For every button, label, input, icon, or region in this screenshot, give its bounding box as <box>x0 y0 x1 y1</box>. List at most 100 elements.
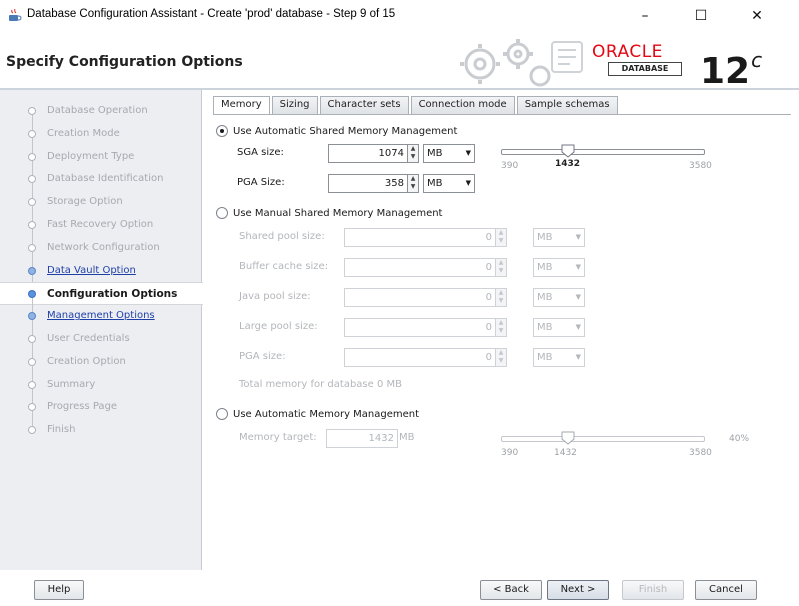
sga-unit-select[interactable]: MB ▼ <box>423 144 475 163</box>
pga-size-stepper[interactable]: ▲ ▼ <box>408 174 419 193</box>
step-label: Deployment Type <box>47 150 135 162</box>
tab-bar: Memory Sizing Character sets Connection … <box>213 96 620 114</box>
pga-size-input[interactable]: 358 <box>328 174 408 193</box>
step-database-identification: Database Identification <box>0 168 202 200</box>
tab-sizing[interactable]: Sizing <box>271 96 318 114</box>
step-summary: Summary <box>0 374 202 405</box>
step-list: Database Operation Creation Mode Deploym… <box>0 100 203 442</box>
pga-size-manual-unit: MB ▼ <box>533 348 585 367</box>
shared-pool-label: Shared pool size: <box>239 231 325 242</box>
sga-slider-track[interactable] <box>501 149 705 155</box>
sga-size-stepper[interactable]: ▲ ▼ <box>408 144 419 163</box>
asmm-label: Use Automatic Shared Memory Management <box>233 125 458 137</box>
buffer-cache-unit: MB ▼ <box>533 258 585 277</box>
step-fast-recovery-option: Fast Recovery Option <box>0 214 202 245</box>
shared-pool-input: 0 <box>344 228 496 247</box>
step-label: User Credentials <box>47 332 130 344</box>
cancel-button[interactable]: Cancel <box>695 580 757 600</box>
tab-sample-schemas[interactable]: Sample schemas <box>516 96 618 114</box>
step-creation-mode: Creation Mode <box>0 123 202 154</box>
tab-memory[interactable]: Memory <box>213 96 270 114</box>
back-button[interactable]: < Back <box>480 580 542 600</box>
step-progress-page: Progress Page <box>0 396 202 428</box>
step-indicator-icon <box>28 198 36 207</box>
step-label[interactable]: Data Vault Option <box>47 265 136 276</box>
step-management-options[interactable]: Management Options <box>0 305 202 337</box>
step-indicator-icon <box>28 129 36 138</box>
step-label: Summary <box>47 378 96 390</box>
step-indicator-icon <box>28 403 36 412</box>
shared-pool-stepper: ▲ ▼ <box>496 228 507 247</box>
memory-panel: Use Automatic Shared Memory Management S… <box>213 114 791 570</box>
step-indicator-icon <box>28 334 36 343</box>
large-pool-label: Large pool size: <box>239 321 318 332</box>
total-memory-text: Total memory for database 0 MB <box>239 379 402 390</box>
step-indicator-icon <box>28 107 36 115</box>
large-pool-input: 0 <box>344 318 496 337</box>
window-title: Database Configuration Assistant - Creat… <box>27 8 396 20</box>
tab-connection-mode[interactable]: Connection mode <box>410 96 515 114</box>
sga-slider-value: 1432 <box>555 159 581 169</box>
buffer-cache-stepper: ▲ ▼ <box>496 258 507 277</box>
sga-size-input[interactable]: 1074 <box>328 144 408 163</box>
minimize-button[interactable]: – <box>622 3 668 29</box>
manual-radio[interactable] <box>216 207 228 219</box>
version-label: 12c <box>700 40 762 92</box>
version-suffix: c <box>751 48 763 72</box>
manual-label: Use Manual Shared Memory Management <box>233 207 443 219</box>
chevron-down-icon: ▼ <box>575 353 581 361</box>
pga-unit-select[interactable]: MB ▼ <box>423 174 475 193</box>
steps-sidebar: Database Operation Creation Mode Deploym… <box>0 90 203 570</box>
amm-label: Use Automatic Memory Management <box>233 408 420 420</box>
amm-radio[interactable] <box>216 408 228 420</box>
step-indicator-icon <box>28 243 36 252</box>
asmm-option[interactable]: Use Automatic Shared Memory Management <box>216 123 457 139</box>
buffer-cache-input: 0 <box>344 258 496 277</box>
sga-slider-thumb[interactable] <box>561 144 575 158</box>
step-data-vault-option[interactable]: Data Vault Option <box>0 260 202 291</box>
close-button[interactable]: ✕ <box>734 3 780 29</box>
help-button[interactable]: Help <box>34 580 84 600</box>
step-indicator-icon <box>28 380 36 389</box>
unit-value: MB <box>537 322 553 333</box>
next-button[interactable]: Next > <box>547 580 609 600</box>
step-deployment-type: Deployment Type <box>0 146 202 177</box>
step-label: Fast Recovery Option <box>47 218 154 230</box>
wizard-header: Specify Configuration Options ORACLE DAT… <box>0 32 799 92</box>
oracle-logo: ORACLE DATABASE <box>592 42 690 78</box>
pga-size-manual-stepper: ▲ ▼ <box>496 348 507 367</box>
window-titlebar: Database Configuration Assistant - Creat… <box>0 0 799 32</box>
memory-target-input: 1432 <box>326 429 398 448</box>
main-content: Memory Sizing Character sets Connection … <box>203 90 799 570</box>
shared-pool-unit: MB ▼ <box>533 228 585 247</box>
page-title: Specify Configuration Options <box>6 54 243 70</box>
chevron-down-icon: ▼ <box>575 233 581 241</box>
asmm-radio[interactable] <box>216 125 228 137</box>
sga-slider-min: 390 <box>501 161 519 171</box>
button-bar: Help < Back Next > Finish Cancel <box>0 570 799 606</box>
chevron-down-icon: ▼ <box>465 149 471 157</box>
memory-target-label: Memory target: <box>239 432 317 443</box>
step-database-operation: Database Operation <box>0 100 202 131</box>
step-network-configuration: Network Configuration <box>0 237 202 268</box>
step-indicator-icon <box>28 312 36 321</box>
maximize-button[interactable]: ☐ <box>678 3 724 29</box>
pga-size-label: PGA Size: <box>237 177 285 188</box>
chevron-down-icon: ▼ <box>465 179 471 187</box>
step-finish: Finish <box>0 419 202 442</box>
unit-value: MB <box>537 232 553 243</box>
gears-graphic-icon <box>460 39 583 87</box>
manual-option[interactable]: Use Manual Shared Memory Management <box>216 205 442 221</box>
unit-value: MB <box>537 352 553 363</box>
step-indicator-icon <box>28 266 36 275</box>
memory-target-slider-thumb <box>561 431 575 445</box>
step-label[interactable]: Management Options <box>47 310 155 321</box>
java-pool-label: Java pool size: <box>239 291 311 302</box>
java-pool-unit: MB ▼ <box>533 288 585 307</box>
buffer-cache-label: Buffer cache size: <box>239 261 329 272</box>
pga-size-manual-input: 0 <box>344 348 496 367</box>
amm-option[interactable]: Use Automatic Memory Management <box>216 406 419 422</box>
large-pool-stepper: ▲ ▼ <box>496 318 507 337</box>
step-indicator-icon <box>28 152 36 161</box>
tab-character-sets[interactable]: Character sets <box>319 96 409 114</box>
